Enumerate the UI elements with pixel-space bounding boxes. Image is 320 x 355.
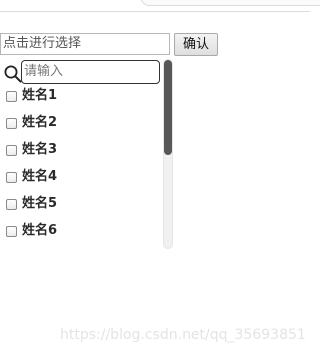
search-input[interactable]: 请输入 — [21, 60, 160, 84]
list-item[interactable]: 姓名3 — [0, 140, 162, 167]
search-icon — [4, 65, 22, 83]
item-label: 姓名5 — [22, 196, 58, 211]
item-label: 姓名6 — [22, 223, 58, 238]
checkbox[interactable] — [6, 226, 17, 237]
checkbox[interactable] — [6, 172, 17, 183]
item-label: 姓名2 — [22, 115, 58, 130]
dropdown-panel: 请输入 姓名1 姓名2 姓名3 姓名4 姓名5 姓名6 — [0, 59, 174, 249]
list-item[interactable]: 姓名4 — [0, 167, 162, 194]
watermark: https://blog.csdn.net/qq_35693851 — [60, 327, 306, 343]
list-item[interactable]: 姓名2 — [0, 113, 162, 140]
browser-chrome-edge — [140, 0, 320, 6]
confirm-button[interactable]: 确认 — [174, 33, 218, 56]
checkbox[interactable] — [6, 91, 17, 102]
select-display-input[interactable]: 点击进行选择 — [0, 33, 170, 55]
scrollbar-thumb[interactable] — [164, 60, 172, 155]
list-item[interactable]: 姓名1 — [0, 86, 162, 113]
item-label: 姓名3 — [22, 142, 58, 157]
item-label: 姓名4 — [22, 169, 58, 184]
header-divider — [0, 11, 310, 12]
list-item[interactable]: 姓名5 — [0, 194, 162, 221]
item-label: 姓名1 — [22, 88, 58, 103]
checkbox[interactable] — [6, 118, 17, 129]
list-item[interactable]: 姓名6 — [0, 221, 162, 248]
checkbox[interactable] — [6, 199, 17, 210]
option-list: 姓名1 姓名2 姓名3 姓名4 姓名5 姓名6 — [0, 86, 162, 248]
checkbox[interactable] — [6, 145, 17, 156]
